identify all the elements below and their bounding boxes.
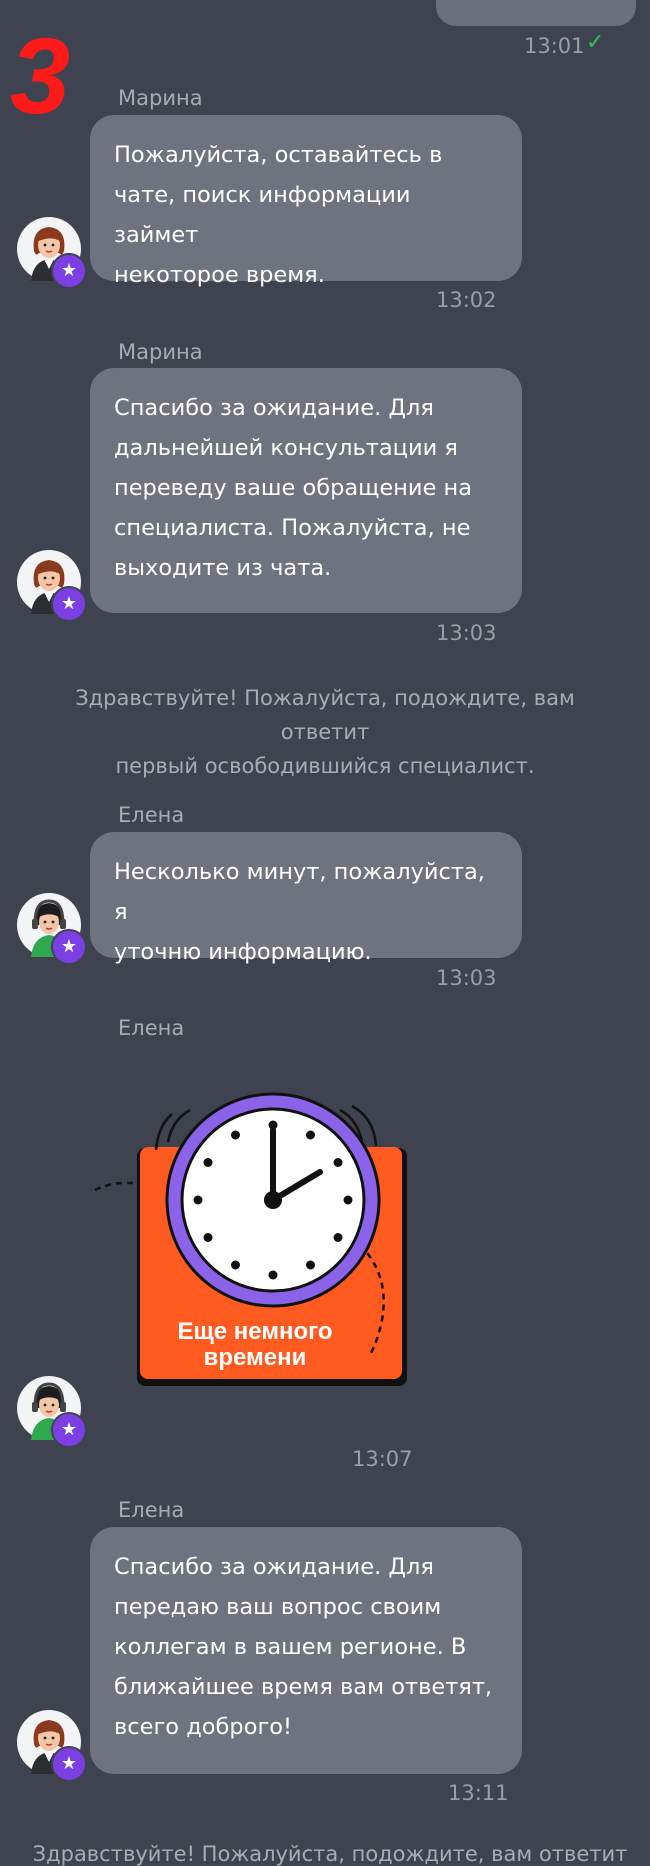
- operator-avatar-marina[interactable]: ★: [17, 550, 87, 622]
- message-bubble: Пожалуйста, оставайтесь в чате, поиск ин…: [90, 115, 522, 288]
- message-author: Елена: [118, 1498, 185, 1522]
- system-message: Здравствуйте! Пожалуйста, подождите, вам…: [30, 681, 620, 783]
- message-time: 13:03: [436, 621, 497, 645]
- message-author: Елена: [118, 1016, 185, 1040]
- operator-avatar-marina[interactable]: ★: [17, 217, 87, 289]
- message-line: передаю ваш вопрос своим: [114, 1594, 442, 1620]
- message-time: 13:03: [436, 966, 497, 990]
- sticker-caption: Еще немного времени: [90, 1319, 420, 1371]
- message-line: дальнейшей консультации я: [114, 435, 458, 461]
- step-number-label: 3: [10, 15, 71, 136]
- message-time: 13:11: [448, 1781, 509, 1805]
- sticker-caption-line: Еще немного: [177, 1318, 333, 1345]
- message-author: Марина: [118, 340, 203, 364]
- message-line: Спасибо за ожидание. Для: [114, 1554, 434, 1580]
- message-bubble: Спасибо за ожидание. Для передаю ваш воп…: [90, 1527, 522, 1774]
- message-line: коллегам в вашем регионе. В: [114, 1634, 467, 1660]
- operator-avatar-elena[interactable]: ★: [17, 1376, 87, 1448]
- message-line: Спасибо за ожидание. Для: [114, 395, 434, 421]
- message-line: специалиста. Пожалуйста, не: [114, 515, 471, 541]
- message-line: Несколько минут, пожалуйста, я: [114, 859, 485, 925]
- system-message-partial: Здравствуйте! Пожалуйста, подождите, вам…: [32, 1842, 628, 1866]
- message-line: Пожалуйста, оставайтесь в: [114, 142, 443, 168]
- sticker-caption-line: времени: [203, 1344, 307, 1371]
- message-author: Елена: [118, 803, 185, 827]
- check-icon: ✓: [586, 30, 605, 55]
- message-author: Марина: [118, 86, 203, 110]
- message-time: 13:01: [524, 34, 585, 58]
- operator-avatar-elena[interactable]: ★: [17, 1710, 87, 1782]
- operator-avatar-elena[interactable]: ★: [17, 893, 87, 965]
- star-badge-icon: ★: [51, 1412, 87, 1448]
- user-message-bubble: [436, 0, 636, 26]
- star-badge-icon: ★: [51, 929, 87, 965]
- star-badge-icon: ★: [51, 586, 87, 622]
- message-line: выходите из чата.: [114, 555, 332, 581]
- message-bubble: Несколько минут, пожалуйста, я уточню ин…: [90, 832, 522, 965]
- star-badge-icon: ★: [51, 1746, 87, 1782]
- system-message-line: Здравствуйте! Пожалуйста, подождите, вам…: [75, 686, 575, 744]
- message-line: ближайшее время вам ответят,: [114, 1674, 493, 1700]
- message-time: 13:02: [436, 288, 497, 312]
- sticker-clock[interactable]: Еще немного времени: [90, 1080, 420, 1395]
- message-line: переведу ваше обращение на: [114, 475, 473, 501]
- message-line: чате, поиск информации займет: [114, 182, 411, 248]
- system-message-line: первый освободившийся специалист.: [115, 754, 535, 778]
- message-time: 13:07: [352, 1447, 413, 1471]
- star-badge-icon: ★: [51, 253, 87, 289]
- message-bubble: Спасибо за ожидание. Для дальнейшей конс…: [90, 368, 522, 613]
- message-line: всего доброго!: [114, 1714, 293, 1740]
